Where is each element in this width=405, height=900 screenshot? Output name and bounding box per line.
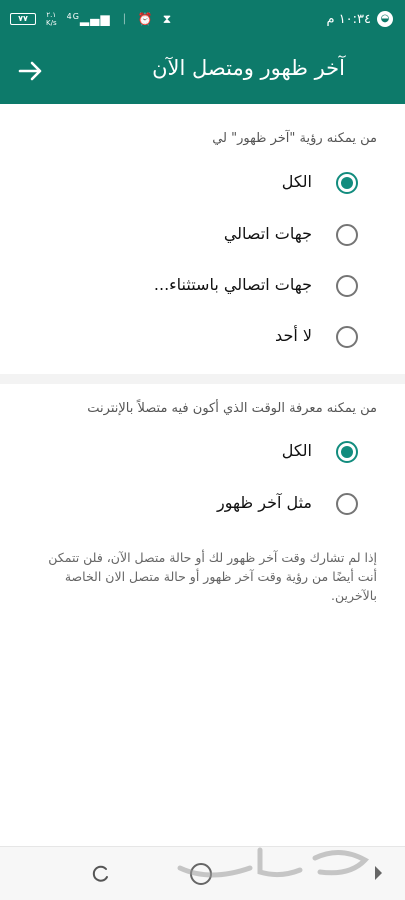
last-seen-option-contacts[interactable]: جهات اتصالي — [0, 210, 405, 262]
battery-icon: ٧٧ — [10, 13, 36, 25]
timer-icon: ⧗ — [162, 11, 172, 26]
last-seen-option-everyone[interactable]: الكل — [0, 158, 405, 210]
last-seen-header: من يمكنه رؤية "آخر ظهور" لي — [212, 131, 377, 146]
section-divider — [0, 374, 405, 384]
network-type: 4G — [66, 12, 80, 21]
signal-icon: 4G▂▄▆ — [66, 12, 111, 26]
notification-icon: ◒ — [377, 11, 393, 27]
arrow-back-icon[interactable] — [14, 53, 46, 89]
alarm-icon: ⏰ — [137, 12, 153, 26]
last-seen-option-nobody[interactable]: لا أحد — [0, 312, 405, 364]
app-bar: آخر ظهور ومتصل الآن — [0, 38, 405, 104]
online-option-same-as-last-seen[interactable]: مثل آخر ظهور — [0, 479, 405, 531]
page-title: آخر ظهور ومتصل الآن — [152, 56, 345, 80]
last-seen-option-contacts-except[interactable]: جهات اتصالي باستثناء... — [0, 261, 405, 313]
radio-button[interactable] — [336, 224, 358, 246]
vibrate-icon: ᛁ — [120, 12, 128, 26]
status-bar-left: ٧٧ ٢.١ K/s 4G▂▄▆ ᛁ ⏰ ⧗ — [10, 0, 171, 38]
online-option-everyone[interactable]: الكل — [0, 427, 405, 479]
status-bar-right: ١٠:٣٤ م ◒ — [326, 0, 393, 38]
radio-button[interactable] — [336, 493, 358, 515]
radio-button[interactable] — [336, 326, 358, 348]
status-time: ١٠:٣٤ م — [326, 11, 372, 27]
footnote: إذا لم تشارك وقت آخر ظهور لك أو حالة متص… — [48, 550, 377, 603]
radio-button-checked[interactable] — [336, 441, 358, 463]
option-label: مثل آخر ظهور — [217, 493, 312, 512]
network-speed: ٢.١ K/s — [46, 11, 57, 27]
radio-button[interactable] — [336, 275, 358, 297]
radio-button-checked[interactable] — [336, 172, 358, 194]
nav-back-icon[interactable] — [90, 863, 112, 885]
option-label: لا أحد — [275, 326, 312, 345]
option-label: جهات اتصالي باستثناء... — [153, 275, 312, 294]
option-label: الكل — [281, 172, 312, 191]
option-label: الكل — [281, 441, 312, 460]
status-bar: ٧٧ ٢.١ K/s 4G▂▄▆ ᛁ ⏰ ⧗ ١٠:٣٤ م ◒ — [0, 0, 405, 38]
online-header: من يمكنه معرفة الوقت الذي أكون فيه متصلا… — [87, 401, 377, 416]
watermark-logo — [177, 847, 370, 878]
option-label: جهات اتصالي — [223, 224, 312, 243]
